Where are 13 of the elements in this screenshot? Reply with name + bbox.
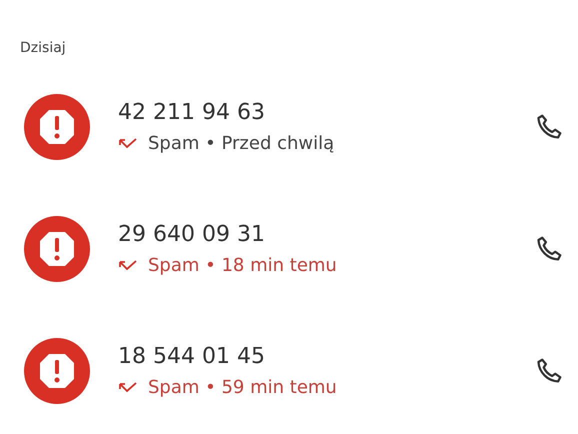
spam-warning-icon (24, 94, 90, 160)
phone-number: 18 544 01 45 (118, 344, 266, 369)
missed-call-icon (118, 258, 138, 272)
call-details: Spam • Przed chwilą (148, 133, 334, 154)
spam-warning-icon (24, 338, 90, 404)
call-details: Spam • 18 min temu (148, 255, 337, 276)
missed-call-icon (118, 136, 138, 150)
call-details: Spam • 59 min temu (148, 377, 337, 398)
missed-call-icon (118, 380, 138, 394)
section-header: Dzisiaj (20, 40, 67, 58)
phone-number: 42 211 94 63 (118, 100, 266, 125)
spam-warning-icon (24, 216, 90, 282)
phone-number: 29 640 09 31 (118, 222, 266, 247)
